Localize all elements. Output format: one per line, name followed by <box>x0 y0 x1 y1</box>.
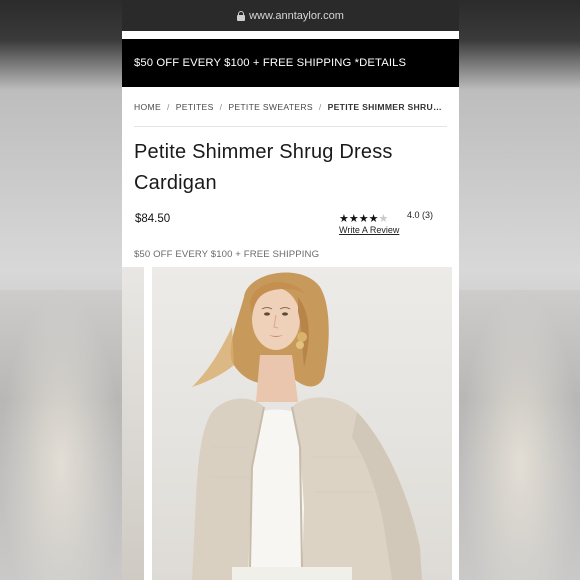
star-filled-icon: ★ <box>358 213 369 225</box>
star-filled-icon: ★ <box>339 213 349 225</box>
product-image[interactable] <box>152 267 452 580</box>
star-rating: ★ ★ ★ ★ ★ <box>339 213 388 225</box>
star-filled-icon: ★ <box>348 213 359 225</box>
product-price: $84.50 <box>135 213 171 225</box>
breadcrumb-petite-sweaters[interactable]: PETITE SWEATERS <box>228 102 313 112</box>
blurred-background-left <box>0 0 122 580</box>
breadcrumb-separator: / <box>166 102 170 112</box>
lock-icon <box>237 10 246 21</box>
breadcrumb-separator: / <box>318 102 322 112</box>
previous-slide-thumbnail[interactable] <box>122 267 144 580</box>
breadcrumb: HOME / PETITES / PETITE SWEATERS / PETIT… <box>134 87 447 127</box>
product-gallery[interactable] <box>122 267 459 580</box>
address-bar[interactable]: www.anntaylor.com <box>122 0 459 31</box>
title-line-1: Petite Shimmer Shrug Dress <box>134 141 393 163</box>
mobile-browser-viewport: www.anntaylor.com $50 OFF EVERY $100 + F… <box>122 0 459 580</box>
page-title: Petite Shimmer Shrug Dress Cardigan <box>134 137 447 199</box>
url-text: www.anntaylor.com <box>249 9 344 22</box>
title-line-2: Cardigan <box>134 172 217 194</box>
promo-banner-text: $50 OFF EVERY $100 + FREE SHIPPING *DETA… <box>134 57 407 69</box>
rating-value: 4.0 (3) <box>407 210 434 220</box>
price-rating-row: $84.50 ★ ★ ★ ★ ★ 4.0 (3) Write A Review <box>134 209 447 243</box>
blurred-background-right <box>459 0 580 580</box>
promo-banner[interactable]: $50 OFF EVERY $100 + FREE SHIPPING *DETA… <box>122 39 459 87</box>
model-photo-icon <box>192 272 422 580</box>
breadcrumb-current: PETITE SHIMMER SHRUG D... <box>327 102 447 112</box>
breadcrumb-home[interactable]: HOME <box>134 102 161 112</box>
shipping-note: $50 OFF EVERY $100 + FREE SHIPPING <box>134 249 320 260</box>
star-empty-icon: ★ <box>378 213 389 225</box>
star-filled-icon: ★ <box>368 213 379 225</box>
breadcrumb-separator: / <box>219 102 223 112</box>
write-review-link[interactable]: Write A Review <box>339 225 399 235</box>
breadcrumb-petites[interactable]: PETITES <box>176 102 214 112</box>
product-rating[interactable]: ★ ★ ★ ★ ★ 4.0 (3) Write A Review <box>339 209 433 235</box>
